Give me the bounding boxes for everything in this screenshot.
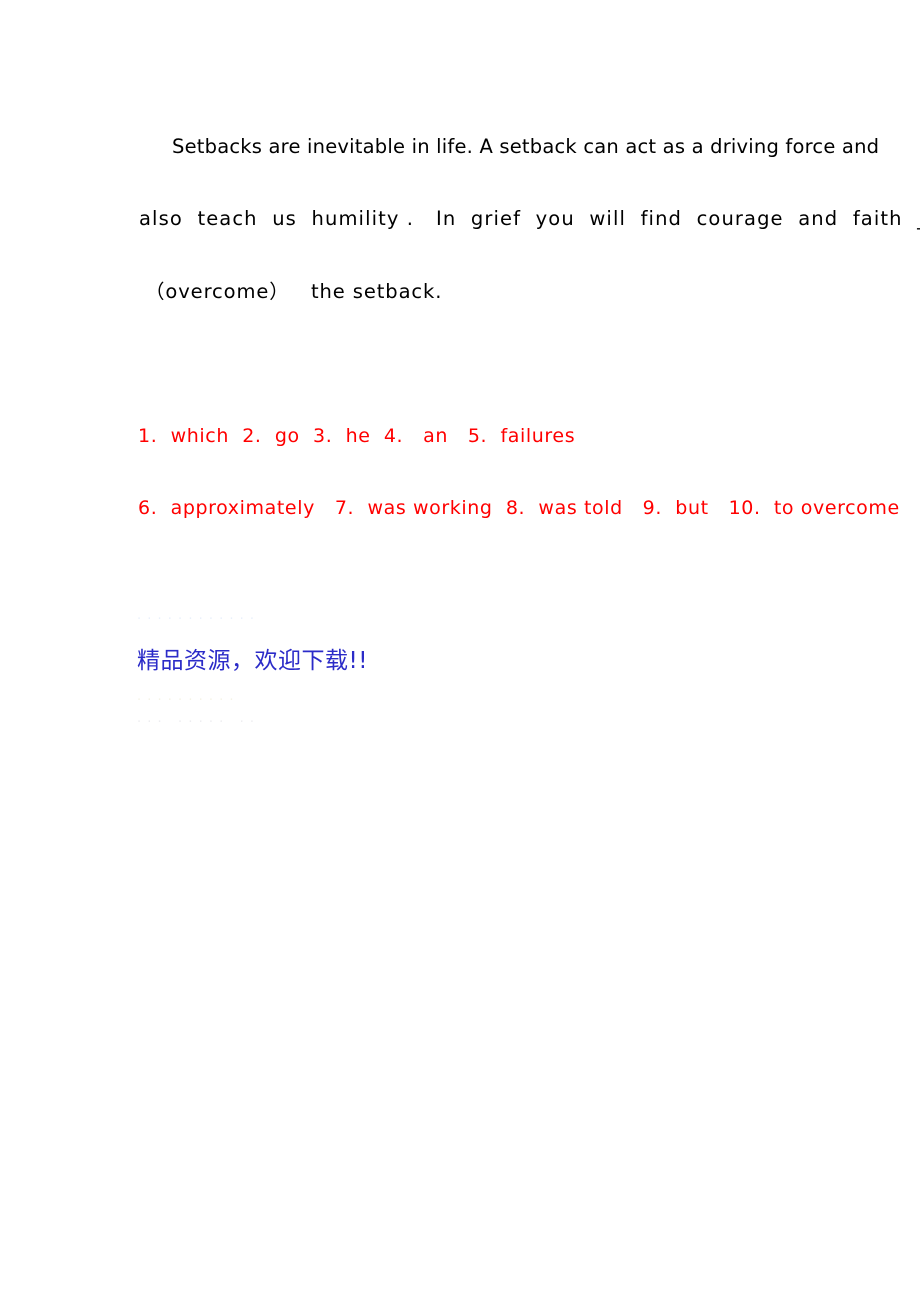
- watermark-middle: · · · · · · · · · ·: [137, 693, 235, 708]
- document-page: Setbacks are inevitable in life. A setba…: [0, 0, 920, 1302]
- passage-line-1: Setbacks are inevitable in life. A setba…: [172, 135, 880, 158]
- passage-line-2: also teach us humility . In grief you wi…: [139, 207, 920, 230]
- answer-key-line-1: 1. which 2. go 3. he 4. an 5. failures: [138, 425, 576, 447]
- promo-text: 精品资源，欢迎下载!!: [137, 648, 368, 674]
- passage-line-3: （overcome） the setback.: [145, 280, 443, 303]
- watermark-bottom: · · · · · · · · · ·: [137, 715, 256, 730]
- watermark-top: · · · · · · · · · · · ·: [137, 612, 256, 627]
- answer-key-line-2: 6. approximately 7. was working 8. was t…: [138, 497, 900, 519]
